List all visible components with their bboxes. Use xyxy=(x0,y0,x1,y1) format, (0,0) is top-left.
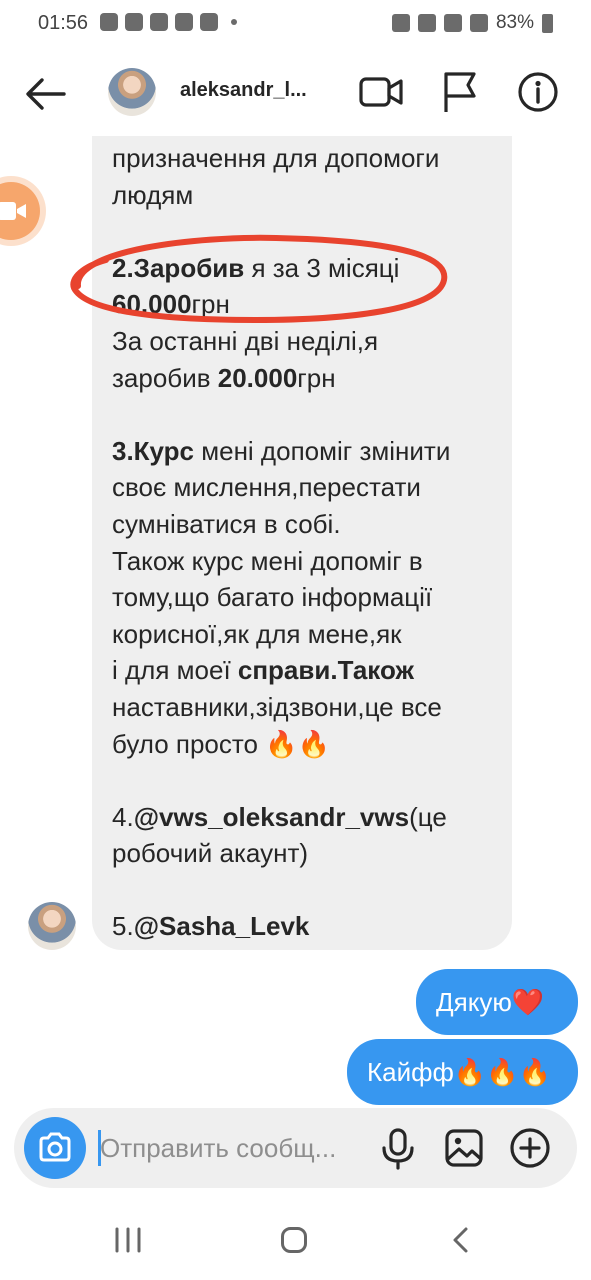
message-text: сумніватися в собі. xyxy=(112,508,341,539)
message-line: За останні дві неділі,я xyxy=(112,323,502,360)
message-text: Також курс мені допоміг в xyxy=(112,545,423,576)
sent-message-bubble[interactable]: Дякую❤️ xyxy=(416,969,578,1035)
message-text: призначення для допомоги xyxy=(112,143,440,173)
message-text: людям xyxy=(112,179,194,210)
gallery-icon[interactable] xyxy=(444,1128,484,1168)
message-line: своє мислення,перестати xyxy=(112,469,502,506)
message-bold-text: 20.000 xyxy=(217,362,298,393)
message-line: корисної,як для мене,як xyxy=(112,616,502,653)
info-icon[interactable] xyxy=(516,70,560,114)
sent-message-text: Дякую❤️ xyxy=(436,986,545,1017)
message-text: корисної,як для мене,як xyxy=(112,618,402,649)
message-line: призначення для допомоги xyxy=(112,140,502,177)
notification-icons xyxy=(100,13,237,31)
message-text: (це xyxy=(409,801,447,832)
message-line: було просто 🔥🔥 xyxy=(112,726,502,763)
message-line: заробив 20.000грн xyxy=(112,360,502,397)
message-line: і для моеї справи.Також xyxy=(112,652,502,689)
flag-icon[interactable] xyxy=(440,70,478,114)
battery-percent: 83% xyxy=(495,12,534,33)
message-line: 5.@Sasha_Levk xyxy=(112,908,502,945)
signal-icon xyxy=(469,14,488,32)
message-line: Також курс мені допоміг в xyxy=(112,543,502,580)
youtube-icon xyxy=(150,13,168,31)
camera-button[interactable] xyxy=(24,1117,86,1179)
wifi-icon xyxy=(417,14,436,32)
message-text: і для моеї xyxy=(112,655,238,686)
message-line: сумніватися в собі. xyxy=(112,506,502,543)
message-text: мені допоміг змінити xyxy=(194,435,451,466)
messenger-icon xyxy=(200,13,218,31)
nav-back-icon[interactable] xyxy=(450,1226,470,1254)
alarm-icon xyxy=(391,14,410,32)
add-icon[interactable] xyxy=(508,1126,552,1170)
avatar[interactable] xyxy=(108,68,156,116)
image-icon xyxy=(175,13,193,31)
chat-header: aleksandr_l... xyxy=(0,52,591,136)
status-bar: 01:56 83% xyxy=(0,0,591,48)
camera-icon xyxy=(39,1132,71,1162)
message-text: 5. xyxy=(112,911,134,942)
home-icon[interactable] xyxy=(280,1226,308,1254)
message-line: наставники,зідзвони,це все xyxy=(112,689,502,726)
message-text: було просто 🔥🔥 xyxy=(112,728,330,759)
system-status: 83% xyxy=(391,12,553,34)
battery-icon xyxy=(542,13,553,33)
message-line: 4.@vws_oleksandr_vws(це xyxy=(112,799,502,836)
message-line: тому,що багато інформації xyxy=(112,579,502,616)
sender-avatar[interactable] xyxy=(28,902,76,950)
message-composer xyxy=(14,1108,577,1188)
sent-message-text: Кайфф🔥🔥🔥 xyxy=(367,1056,552,1087)
recent-apps-icon[interactable] xyxy=(114,1227,142,1253)
highlight-ellipse xyxy=(70,234,448,324)
message-input[interactable] xyxy=(100,1128,370,1168)
message-line: робочий акаунт) xyxy=(112,835,502,872)
video-camera-icon xyxy=(0,202,26,220)
floating-video-call[interactable] xyxy=(0,182,40,240)
chat-username[interactable]: aleksandr_l... xyxy=(180,79,307,102)
message-line: людям xyxy=(112,177,502,214)
sent-message-bubble[interactable]: Кайфф🔥🔥🔥 xyxy=(347,1039,578,1105)
youtube-icon xyxy=(125,13,143,31)
more-notifications-icon xyxy=(231,19,237,25)
message-text: робочий акаунт) xyxy=(112,838,309,869)
message-text: 4. xyxy=(112,801,134,832)
status-time: 01:56 xyxy=(38,12,89,34)
message-text: заробив xyxy=(112,362,218,393)
video-call-icon[interactable] xyxy=(358,72,404,112)
microphone-icon[interactable] xyxy=(380,1128,416,1170)
message-text: своє мислення,перестати xyxy=(112,472,421,503)
message-text: наставники,зідзвони,це все xyxy=(112,691,442,722)
message-bold-text: @vws_oleksandr_vws xyxy=(133,801,410,832)
message-bold-text: справи.Також xyxy=(237,655,414,686)
message-line: 3.Курс мені допоміг змінити xyxy=(112,433,502,470)
message-text: За останні дві неділі,я xyxy=(112,325,379,356)
signal-icon xyxy=(443,14,462,32)
message-bold-text: 3.Курс xyxy=(112,435,195,466)
telegram-icon xyxy=(100,13,118,31)
back-arrow-icon[interactable] xyxy=(24,74,68,114)
message-text: грн xyxy=(297,362,336,393)
system-nav-bar xyxy=(0,1200,591,1280)
message-text: тому,що багато інформації xyxy=(112,582,433,613)
message-bold-text: @Sasha_Levk xyxy=(133,911,310,942)
